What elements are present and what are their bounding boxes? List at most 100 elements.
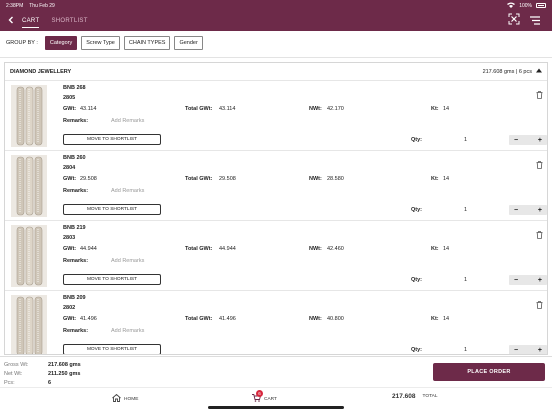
- total-label: TOTAL: [422, 394, 438, 399]
- qty-value: 1: [464, 277, 468, 283]
- total-gwt-value: 29.508: [219, 176, 236, 182]
- status-date: Thu Feb 29: [29, 2, 55, 9]
- back-icon[interactable]: [0, 15, 22, 27]
- nav-cart-label: CART: [264, 396, 277, 402]
- chip-gender[interactable]: Gender: [174, 36, 203, 50]
- increment-button[interactable]: +: [538, 137, 542, 144]
- cart-item: BNB 209 2802 GWt: 41.496 Total GWt: 41.496 NWt…: [5, 291, 547, 354]
- home-indicator: [208, 406, 344, 409]
- item-name: BNB 268: [63, 85, 86, 91]
- quantity-stepper[interactable]: − +: [509, 275, 547, 285]
- quantity-stepper[interactable]: − +: [509, 205, 547, 215]
- section-summary: 217.608 gms | 6 pcs: [482, 68, 532, 75]
- increment-button[interactable]: +: [538, 277, 542, 284]
- gwt-value: 43.114: [80, 106, 97, 112]
- add-remarks-field[interactable]: Add Remarks: [111, 328, 144, 334]
- quantity-stepper[interactable]: − +: [509, 345, 547, 354]
- qty-value: 1: [464, 137, 468, 143]
- home-icon: [112, 393, 121, 404]
- collapse-icon[interactable]: [536, 68, 542, 75]
- nav-cart[interactable]: 6 CART: [252, 390, 277, 404]
- increment-button[interactable]: +: [538, 207, 542, 214]
- delete-icon[interactable]: [536, 156, 543, 174]
- move-to-shortlist-button[interactable]: MOVE TO SHORTLIST: [63, 344, 161, 354]
- product-image[interactable]: [11, 85, 47, 147]
- tab-shortlist[interactable]: SHORTLIST: [51, 15, 87, 27]
- kt-value: 14: [443, 246, 450, 252]
- net-wt-value: 211.250 gms: [48, 371, 81, 377]
- divider: [0, 57, 552, 58]
- decrement-button[interactable]: −: [514, 277, 518, 284]
- nwt-value: 40.800: [327, 316, 344, 322]
- group-by-bar: GROUP BY : Category Screw Type CHAIN TYP…: [0, 34, 552, 52]
- gross-wt-value: 217.608 gms: [48, 362, 81, 368]
- add-remarks-field[interactable]: Add Remarks: [111, 188, 144, 194]
- nwt-label: NWt:: [309, 176, 322, 182]
- kt-label: Kt:: [431, 246, 439, 252]
- qty-label: Qty:: [411, 347, 422, 353]
- status-time: 2:38PM: [6, 2, 24, 9]
- decrement-button[interactable]: −: [514, 347, 518, 354]
- item-code: 2803: [63, 235, 76, 241]
- gwt-label: GWt:: [63, 106, 77, 112]
- nwt-label: NWt:: [309, 246, 322, 252]
- top-bar: CART SHORTLIST: [0, 11, 552, 31]
- item-code: 2802: [63, 305, 76, 311]
- status-bar: 2:38PM Thu Feb 29 100%: [0, 0, 552, 11]
- group-by-label: GROUP BY :: [6, 40, 38, 46]
- product-image[interactable]: [11, 225, 47, 287]
- gwt-value: 41.496: [80, 316, 97, 322]
- nav-home-label: HOME: [124, 396, 139, 402]
- place-order-button[interactable]: PLACE ORDER: [433, 363, 545, 381]
- nwt-value: 42.170: [327, 106, 344, 112]
- add-remarks-field[interactable]: Add Remarks: [111, 258, 144, 264]
- nwt-value: 42.460: [327, 246, 344, 252]
- cart-panel: DIAMOND JEWELLERY 217.608 gms | 6 pcs BN…: [4, 62, 548, 355]
- pcs-value: 6: [48, 380, 52, 386]
- product-image[interactable]: [11, 155, 47, 217]
- delete-icon[interactable]: [536, 296, 543, 314]
- gwt-value: 29.508: [80, 176, 97, 182]
- sort-icon[interactable]: [530, 12, 540, 30]
- quantity-stepper[interactable]: − +: [509, 135, 547, 145]
- section-title: DIAMOND JEWELLERY: [10, 68, 72, 75]
- gwt-label: GWt:: [63, 316, 77, 322]
- chip-screw-type[interactable]: Screw Type: [81, 36, 120, 50]
- decrement-button[interactable]: −: [514, 207, 518, 214]
- qty-value: 1: [464, 207, 468, 213]
- nav-home[interactable]: HOME: [112, 393, 139, 404]
- move-to-shortlist-button[interactable]: MOVE TO SHORTLIST: [63, 274, 161, 285]
- total-gwt-label: Total GWt:: [185, 176, 213, 182]
- battery-percent: 100%: [519, 2, 532, 9]
- section-header[interactable]: DIAMOND JEWELLERY 217.608 gms | 6 pcs: [5, 63, 547, 81]
- move-to-shortlist-button[interactable]: MOVE TO SHORTLIST: [63, 134, 161, 145]
- kt-value: 14: [443, 316, 450, 322]
- chip-chain-types[interactable]: CHAIN TYPES: [123, 36, 171, 50]
- chip-category[interactable]: Category: [44, 36, 78, 50]
- tab-cart[interactable]: CART: [22, 15, 40, 28]
- qty-label: Qty:: [411, 277, 422, 283]
- product-image[interactable]: [11, 295, 47, 354]
- gwt-label: GWt:: [63, 176, 77, 182]
- item-name: BNB 219: [63, 225, 86, 231]
- increment-button[interactable]: +: [538, 347, 542, 354]
- gross-wt-label: Gross Wt:: [4, 362, 29, 368]
- kt-value: 14: [443, 176, 450, 182]
- delete-icon[interactable]: [536, 226, 543, 244]
- battery-icon: [536, 3, 546, 8]
- remarks-label: Remarks:: [63, 258, 89, 264]
- cart-item: BNB 268 2805 GWt: 43.114 Total GWt: 43.114 NWt…: [5, 81, 547, 151]
- move-to-shortlist-button[interactable]: MOVE TO SHORTLIST: [63, 204, 161, 215]
- item-name: BNB 209: [63, 295, 86, 301]
- decrement-button[interactable]: −: [514, 137, 518, 144]
- total-gwt-value: 41.496: [219, 316, 236, 322]
- item-code: 2804: [63, 165, 76, 171]
- total-gwt-value: 44.944: [219, 246, 236, 252]
- remarks-label: Remarks:: [63, 188, 89, 194]
- delete-icon[interactable]: [536, 86, 543, 104]
- total-gwt-label: Total GWt:: [185, 106, 213, 112]
- gwt-value: 44.944: [80, 246, 97, 252]
- add-remarks-field[interactable]: Add Remarks: [111, 118, 144, 124]
- item-code: 2805: [63, 95, 76, 101]
- scan-icon[interactable]: [508, 12, 520, 30]
